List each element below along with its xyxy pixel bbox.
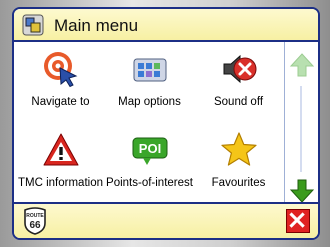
map-options-icon — [133, 58, 167, 82]
title-bar: Main menu — [14, 9, 318, 42]
scroll-track[interactable] — [300, 86, 302, 172]
svg-text:POI: POI — [139, 141, 161, 156]
svg-text:ROUTE: ROUTE — [26, 213, 44, 219]
favourites-label: Favourites — [211, 177, 266, 189]
sound-off-label: Sound off — [213, 96, 264, 108]
svg-text:66: 66 — [29, 220, 41, 231]
tmc-information-label: TMC information — [18, 177, 103, 189]
close-icon — [289, 212, 305, 228]
sound-off-icon — [223, 54, 257, 84]
navigate-to-label: Navigate to — [31, 96, 90, 108]
window-title: Main menu — [54, 16, 139, 35]
points-of-interest-label: Points-of-interest — [106, 177, 193, 189]
map-options-button[interactable]: Map options — [105, 42, 194, 122]
warning-triangle-icon — [43, 133, 79, 166]
sound-off-button[interactable]: Sound off — [194, 42, 283, 122]
poi-icon: POI — [132, 137, 168, 165]
points-of-interest-button[interactable]: POI Points-of-interest — [105, 123, 194, 203]
arrow-up-icon[interactable] — [289, 52, 315, 78]
target-cursor-icon — [44, 52, 78, 88]
arrow-down-icon[interactable] — [289, 178, 315, 204]
navigate-to-button[interactable]: Navigate to — [16, 42, 105, 122]
scrollbar[interactable] — [284, 42, 318, 204]
favourites-button[interactable]: Favourites — [194, 123, 283, 203]
main-menu-window: Main menu Navigate to Map options Sound … — [12, 7, 320, 240]
close-button[interactable] — [286, 209, 310, 233]
bottom-bar: ROUTE 66 — [14, 202, 318, 238]
map-options-label: Map options — [118, 96, 181, 108]
star-icon — [221, 132, 257, 166]
menu-grid: Navigate to Map options Sound off TMC in… — [14, 42, 282, 202]
route-66-icon[interactable]: ROUTE 66 — [22, 207, 48, 235]
tmc-information-button[interactable]: TMC information — [16, 123, 105, 203]
main-menu-icon — [22, 14, 44, 36]
